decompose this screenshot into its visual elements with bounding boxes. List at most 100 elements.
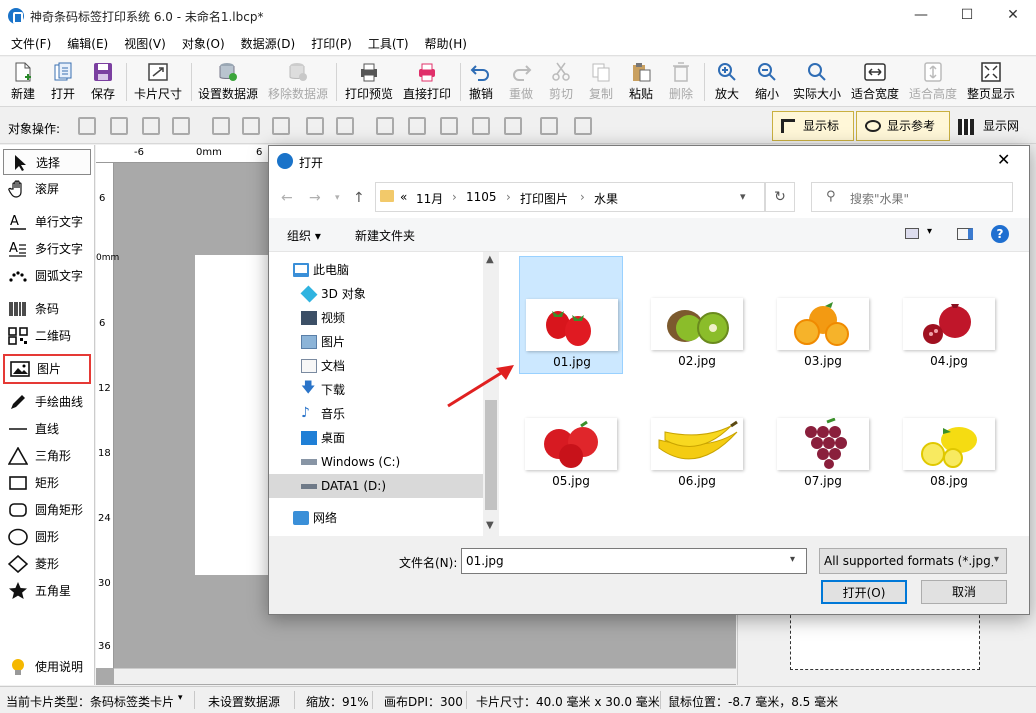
align-center-icon[interactable] — [242, 117, 260, 135]
cancel-button[interactable]: 取消 — [921, 580, 1007, 604]
show-guides-toggle[interactable]: 显示参考线 — [856, 111, 950, 161]
breadcrumb-11[interactable]: 11月 — [416, 190, 443, 207]
menu-tools[interactable]: 工具(T) — [360, 32, 417, 56]
maximize-button[interactable]: ☐ — [944, 0, 990, 32]
align-left-icon[interactable] — [212, 117, 230, 135]
menu-object[interactable]: 对象(O) — [174, 32, 233, 56]
remove-datasource-button[interactable]: 移除数据源 — [266, 60, 330, 104]
card-size-button[interactable]: 卡片尺寸 — [130, 60, 186, 104]
new-button[interactable]: 新建 — [6, 60, 40, 104]
file-item-01[interactable]: 01.jpg — [519, 256, 623, 374]
organize-button[interactable]: 组织 ▾ — [287, 227, 321, 244]
horizontal-scrollbar[interactable] — [114, 668, 736, 684]
menu-edit[interactable]: 编辑(E) — [59, 32, 116, 56]
minimize-button[interactable]: — — [898, 0, 944, 32]
new-folder-button[interactable]: 新建文件夹 — [355, 227, 415, 244]
tool-arc-text[interactable]: 圆弧文字 — [3, 263, 91, 289]
cut-button[interactable]: 剪切 — [544, 60, 578, 104]
file-item-08[interactable]: 08.jpg — [897, 376, 1001, 494]
align-bottom-icon[interactable] — [440, 117, 458, 135]
tool-circle[interactable]: 圆形 — [3, 524, 91, 550]
tool-line[interactable]: 直线 — [3, 416, 91, 442]
breadcrumb-root[interactable]: « — [400, 190, 407, 204]
same-height-icon[interactable] — [504, 117, 522, 135]
nav-3d-objects[interactable]: 3D 对象 — [300, 282, 366, 306]
layer-top-icon[interactable] — [110, 117, 128, 135]
back-button[interactable]: ← — [281, 190, 293, 206]
forward-button[interactable]: → — [309, 190, 321, 206]
tool-scroll[interactable]: 滚屏 — [3, 176, 91, 202]
close-button[interactable]: ✕ — [990, 0, 1036, 32]
search-box[interactable]: ⚲ 搜索"水果" — [811, 182, 1013, 212]
open-button[interactable]: 打开(O) — [821, 580, 907, 604]
set-datasource-button[interactable]: 设置数据源 — [196, 60, 260, 104]
recent-dropdown[interactable]: ▾ — [335, 193, 340, 203]
tool-qrcode[interactable]: 二维码 — [3, 323, 91, 349]
align-middle-icon[interactable] — [408, 117, 426, 135]
menu-help[interactable]: 帮助(H) — [417, 32, 475, 56]
tool-rectangle[interactable]: 矩形 — [3, 470, 91, 496]
copy-button[interactable]: 复制 — [584, 60, 618, 104]
file-item-03[interactable]: 03.jpg — [771, 256, 875, 374]
scroll-up-icon[interactable]: ▲ — [486, 254, 494, 265]
direct-print-button[interactable]: 直接打印 — [400, 60, 454, 104]
tool-multi-text[interactable]: A 多行文字 — [3, 236, 91, 262]
preview-pane-icon[interactable] — [957, 228, 973, 240]
layer-bottom-icon[interactable] — [172, 117, 190, 135]
scrollbar-thumb[interactable] — [485, 400, 497, 510]
nav-documents[interactable]: 文档 — [301, 354, 345, 378]
tool-select[interactable]: 选择 — [3, 149, 91, 175]
nav-drive-c[interactable]: Windows (C:) — [301, 450, 400, 474]
nav-music[interactable]: ♪ 音乐 — [301, 402, 345, 426]
fit-height-button[interactable]: 适合高度 — [906, 60, 960, 104]
file-item-07[interactable]: 07.jpg — [771, 376, 875, 494]
view-menu-icon[interactable] — [905, 228, 919, 239]
address-dropdown-icon[interactable]: ▾ — [740, 190, 746, 203]
tool-freehand[interactable]: 手绘曲线 — [3, 389, 91, 415]
tool-star[interactable]: 五角星 — [3, 578, 91, 604]
up-button[interactable]: ↑ — [353, 190, 365, 206]
file-item-06[interactable]: 06.jpg — [645, 376, 749, 494]
zoom-in-button[interactable]: 放大 — [710, 60, 744, 104]
print-preview-button[interactable]: 打印预览 — [342, 60, 396, 104]
tool-triangle[interactable]: 三角形 — [3, 443, 91, 469]
zoom-out-button[interactable]: 缩小 — [750, 60, 784, 104]
refresh-button[interactable]: ↻ — [765, 182, 795, 212]
distribute-v-icon[interactable] — [472, 117, 490, 135]
same-width-icon[interactable] — [336, 117, 354, 135]
tool-barcode[interactable]: 条码 — [3, 296, 91, 322]
align-top-icon[interactable] — [376, 117, 394, 135]
file-item-05[interactable]: 05.jpg — [519, 376, 623, 494]
save-button[interactable]: 保存 — [86, 60, 120, 104]
scroll-down-icon[interactable]: ▼ — [486, 520, 494, 531]
dialog-close-button[interactable]: ✕ — [997, 150, 1010, 169]
help-icon[interactable]: ? — [991, 225, 1009, 243]
actual-size-button[interactable]: 实际大小 — [790, 60, 844, 104]
help-button[interactable]: 使用说明 — [3, 654, 91, 680]
address-bar[interactable]: « 11月 › 1105 › 打印图片 › 水果 ▾ — [375, 182, 765, 212]
nav-desktop[interactable]: 桌面 — [301, 426, 345, 450]
show-grid-toggle[interactable]: 显示网格 — [952, 111, 1034, 161]
fit-page-button[interactable]: 整页显示 — [964, 60, 1018, 104]
nav-videos[interactable]: 视频 — [301, 306, 345, 330]
tool-image[interactable]: 图片 — [3, 354, 91, 384]
filename-input[interactable]: 01.jpg ▾ — [461, 548, 807, 574]
menu-view[interactable]: 视图(V) — [116, 32, 174, 56]
tool-rounded-rect[interactable]: 圆角矩形 — [3, 497, 91, 523]
delete-button[interactable]: 删除 — [664, 60, 698, 104]
breadcrumb-print-images[interactable]: 打印图片 — [520, 190, 568, 207]
menu-print[interactable]: 打印(P) — [303, 32, 360, 56]
show-ruler-toggle[interactable]: 显示标尺 — [772, 111, 854, 161]
group-icon[interactable] — [540, 117, 558, 135]
tool-diamond[interactable]: 菱形 — [3, 551, 91, 577]
distribute-h-icon[interactable] — [306, 117, 324, 135]
layer-up-icon[interactable] — [78, 117, 96, 135]
nav-pictures[interactable]: 图片 — [301, 330, 345, 354]
status-card-type[interactable]: 当前卡片类型：条码标签类卡片 — [6, 693, 174, 710]
open-button[interactable]: 打开 — [46, 60, 80, 104]
paste-button[interactable]: 粘贴 — [624, 60, 658, 104]
menu-file[interactable]: 文件(F) — [3, 32, 59, 56]
ungroup-icon[interactable] — [574, 117, 592, 135]
breadcrumb-1105[interactable]: 1105 — [466, 190, 497, 204]
file-item-02[interactable]: 02.jpg — [645, 256, 749, 374]
